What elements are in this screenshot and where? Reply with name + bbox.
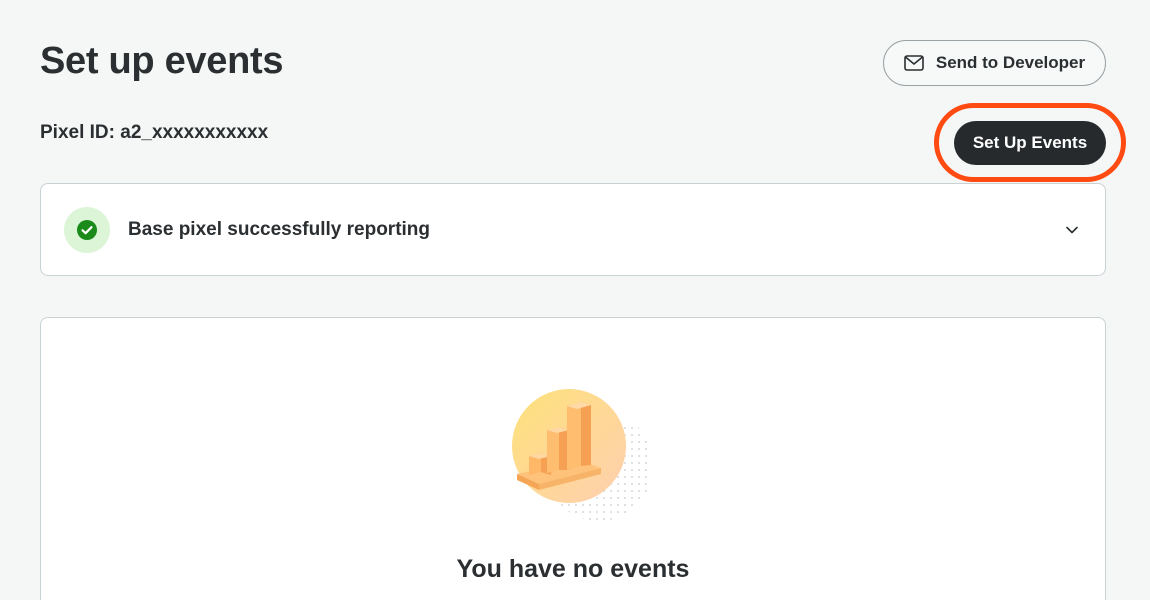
events-card: You have no events bbox=[40, 317, 1106, 600]
page: Set up events Send to Developer Pixel ID… bbox=[0, 0, 1150, 600]
set-up-events-button[interactable]: Set Up Events bbox=[954, 121, 1106, 165]
mail-icon bbox=[904, 55, 924, 71]
chevron-down-icon[interactable] bbox=[1065, 222, 1079, 240]
send-to-developer-button[interactable]: Send to Developer bbox=[883, 40, 1106, 86]
bar-chart-illustration bbox=[511, 384, 651, 529]
check-circle-icon bbox=[64, 206, 110, 253]
empty-state-title: You have no events bbox=[456, 555, 690, 583]
base-pixel-status-card[interactable]: Base pixel successfully reporting bbox=[40, 183, 1106, 276]
status-text: Base pixel successfully reporting bbox=[128, 218, 431, 240]
send-to-developer-label: Send to Developer bbox=[935, 53, 1086, 72]
pixel-id-label: Pixel ID: a2_xxxxxxxxxxx bbox=[40, 122, 269, 143]
page-title: Set up events bbox=[40, 40, 284, 82]
